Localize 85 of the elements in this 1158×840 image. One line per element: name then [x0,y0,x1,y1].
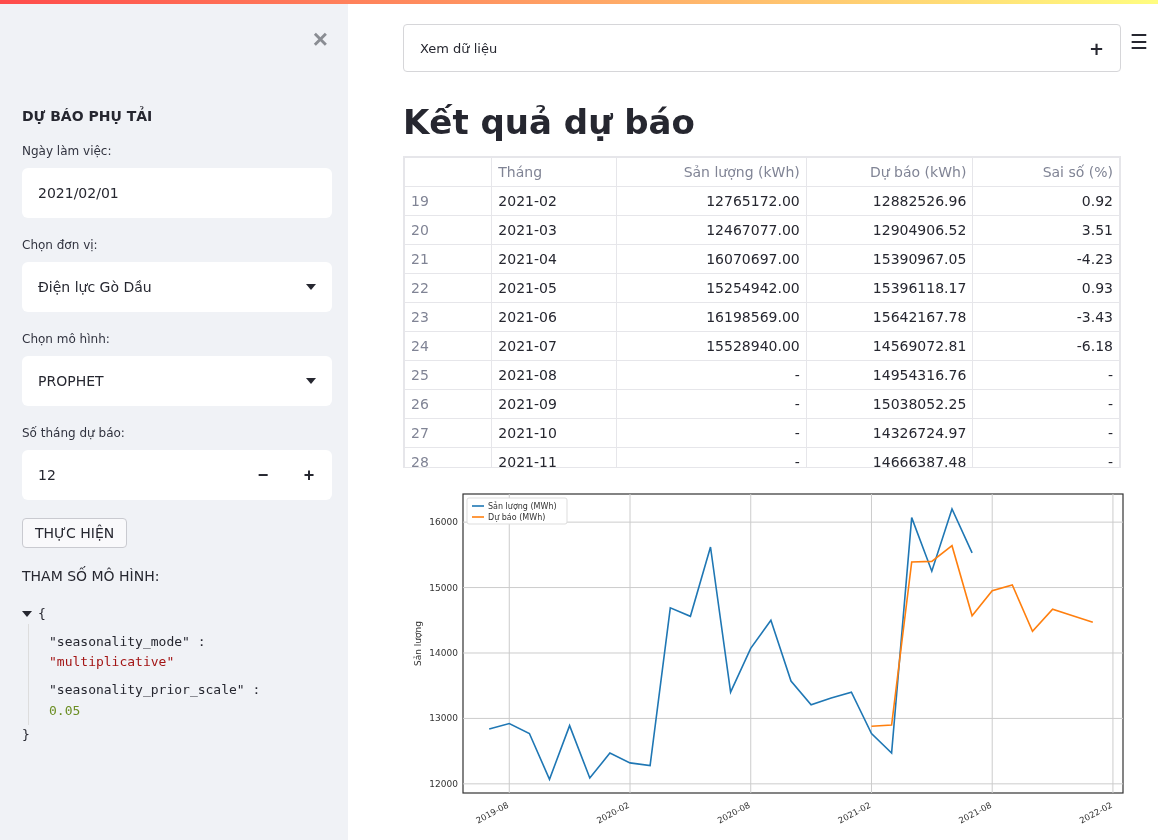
table-cell: 12882526.96 [806,186,973,216]
row-index: 27 [404,418,492,448]
table-cell: 16070697.00 [616,244,807,274]
table-cell: 2021-09 [491,389,617,419]
table-cell: 15038052.25 [806,389,973,419]
y-tick-label: 16000 [429,517,458,528]
table-cell: -6.18 [972,331,1120,361]
data-expander[interactable]: Xem dữ liệu + [403,24,1121,72]
increment-button[interactable]: + [286,464,332,486]
column-header: Sản lượng (kWh) [616,157,807,187]
decrement-button[interactable]: − [240,464,286,486]
table-cell: 0.93 [972,273,1120,303]
table-cell: 15390967.05 [806,244,973,274]
row-index: 26 [404,389,492,419]
caret-icon [306,378,316,384]
table-cell: - [972,389,1120,419]
row-index: 23 [404,302,492,332]
table-cell: -3.43 [972,302,1120,332]
y-tick-label: 13000 [429,713,458,724]
table-cell: 14954316.76 [806,360,973,390]
json-key: "seasonality_mode" [49,634,190,650]
table-cell: 2021-02 [491,186,617,216]
row-index: 19 [404,186,492,216]
table-cell: 15528940.00 [616,331,807,361]
field-label: Chọn đơn vị: [22,238,99,252]
sidebar-heading: DỰ BÁO PHỤ TẢI [22,108,154,124]
row-index: 22 [404,273,492,303]
table-cell: 14326724.97 [806,418,973,448]
params-label: THAM SỐ MÔ HÌNH: [22,568,161,584]
table-cell: 2021-04 [491,244,617,274]
table-cell: 2021-06 [491,302,617,332]
json-key: "seasonality_prior_scale" [49,682,245,698]
json-colon: : [197,634,206,650]
table-cell: 2021-08 [491,360,617,390]
select-field[interactable]: PROPHET [22,356,332,406]
table-cell: 12765172.00 [616,186,807,216]
row-index: 21 [404,244,492,274]
table-cell: 2021-03 [491,215,617,245]
table-cell: - [616,389,807,419]
select-field[interactable]: Điện lực Gò Dầu [22,262,332,312]
table-cell: 12467077.00 [616,215,807,245]
row-index: 24 [404,331,492,361]
table-cell: - [972,360,1120,390]
y-axis-label: Sản lượng [413,621,423,666]
caret-icon[interactable] [22,611,32,618]
table-cell: - [616,360,807,390]
json-value: "multiplicative" [49,654,175,670]
caret-icon [306,284,316,290]
json-brace: } [22,726,30,742]
table-cell: -4.23 [972,244,1120,274]
page-title: Kết quả dự báo [403,102,696,142]
date-field[interactable]: 2021/02/01 [22,168,332,218]
table-cell: 15254942.00 [616,273,807,303]
table-cell: 3.51 [972,215,1120,245]
table-cell: 15642167.78 [806,302,973,332]
table-cell: 2021-05 [491,273,617,303]
number-field[interactable]: 12 − + [22,450,332,500]
table-cell: 16198569.00 [616,302,807,332]
run-button[interactable]: THỰC HIỆN [22,518,128,548]
json-value: 0.05 [49,702,81,718]
column-header: Dự báo (kWh) [806,157,973,187]
table-cell: 0.92 [972,186,1120,216]
table-cell: - [972,418,1120,448]
column-header: Tháng [491,157,617,187]
table-cell: 15396118.17 [806,273,973,303]
field-label: Số tháng dự báo: [22,426,126,440]
table-cell: 2021-07 [491,331,617,361]
legend-label: Dự báo (MWh) [488,513,546,523]
column-header: Sai số (%) [972,157,1120,187]
table-cell: - [616,418,807,448]
row-index: 20 [404,215,492,245]
legend-label: Sản lượng (MWh) [488,501,557,511]
json-brace: { [38,605,46,623]
json-colon: : [252,682,261,698]
table-cell: 2021-10 [491,418,617,448]
row-index: 25 [404,360,492,390]
field-label: Ngày làm việc: [22,144,113,158]
table-cell: 14569072.81 [806,331,973,361]
y-tick-label: 15000 [429,582,458,593]
menu-button[interactable]: ☰ [1130,30,1148,54]
y-tick-label: 12000 [429,778,458,789]
table-cell: 12904906.52 [806,215,973,245]
row-index: 28 [404,447,492,467]
y-tick-label: 14000 [429,648,458,658]
field-label: Chọn mô hình: [22,332,111,346]
